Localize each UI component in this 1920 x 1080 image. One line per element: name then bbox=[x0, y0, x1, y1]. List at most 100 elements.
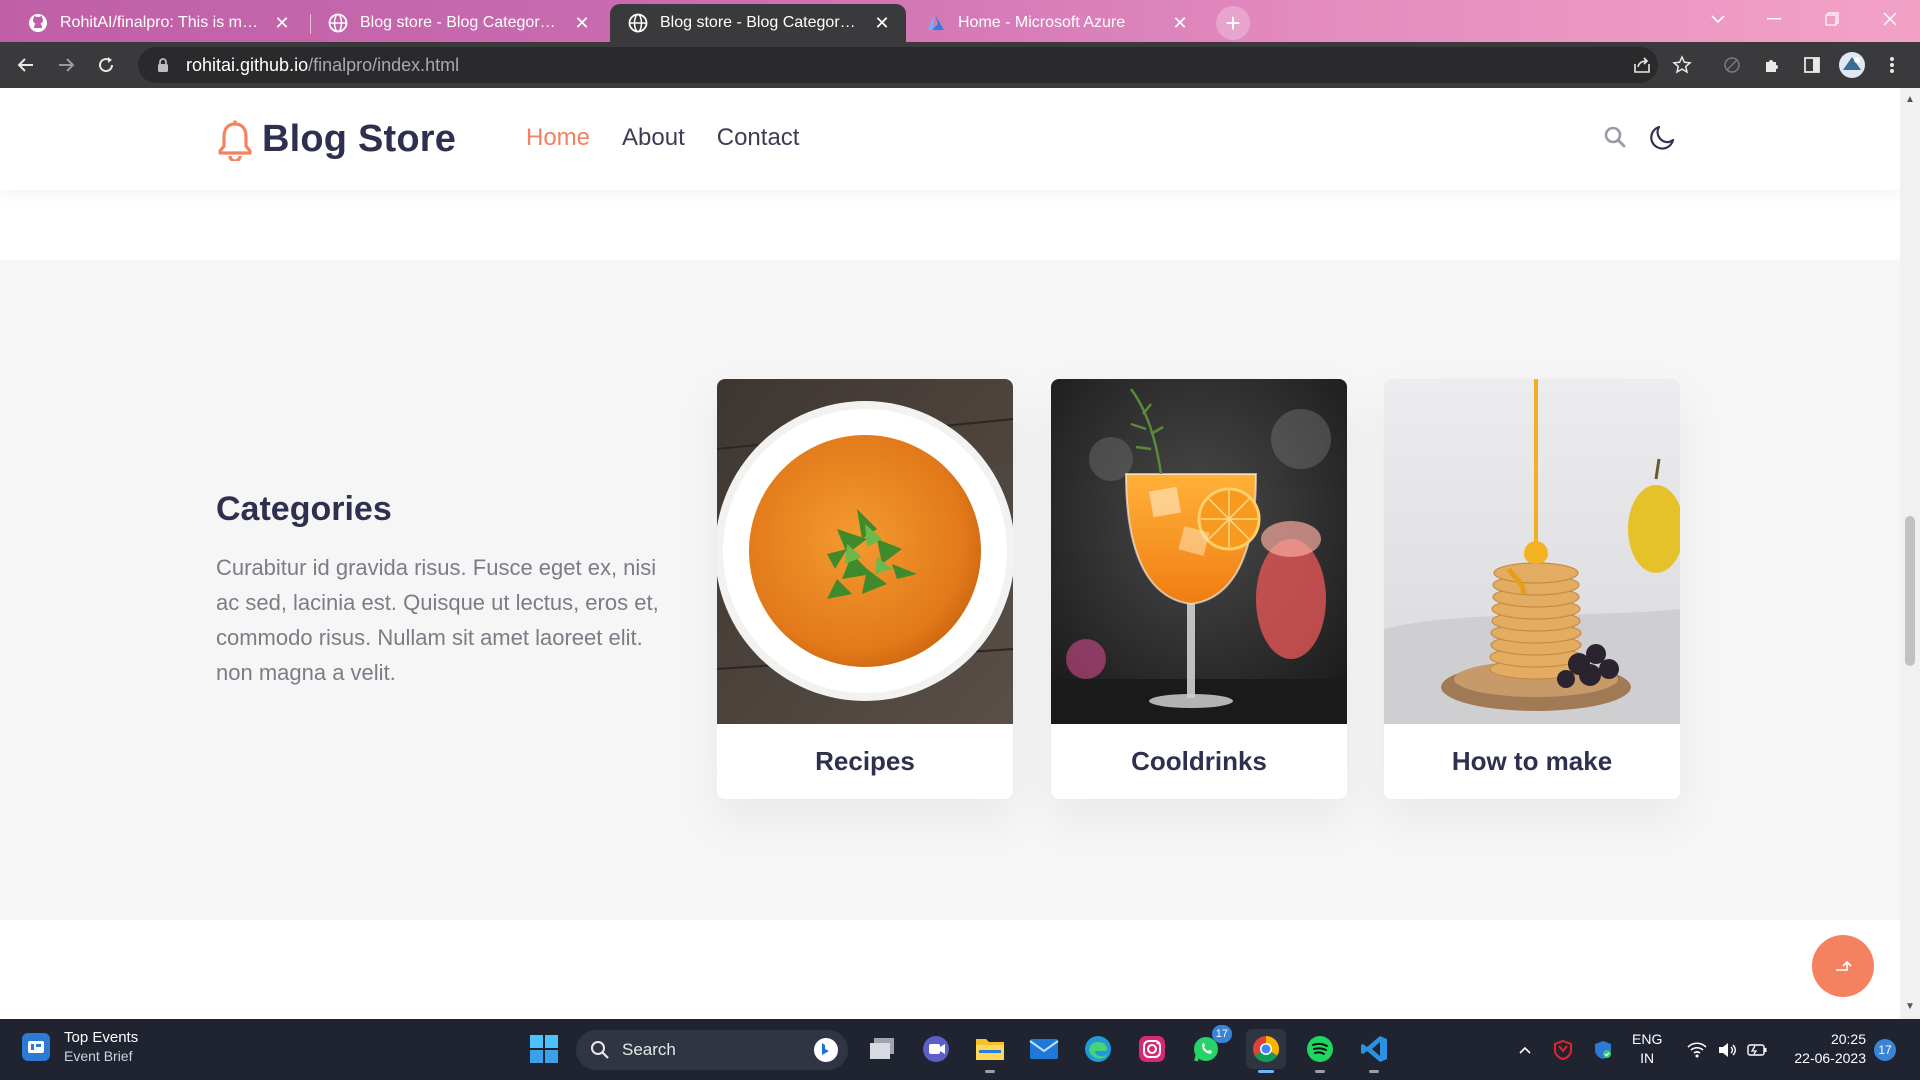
search-icon bbox=[1604, 126, 1626, 148]
bookmark-button[interactable] bbox=[1666, 49, 1698, 81]
soup-bowl-image bbox=[717, 379, 1013, 724]
restore-icon bbox=[1825, 12, 1839, 26]
tray-mcafee[interactable] bbox=[1548, 1019, 1578, 1080]
back-to-top-button[interactable] bbox=[1812, 935, 1874, 997]
show-hidden-icons-button[interactable] bbox=[1510, 1019, 1540, 1080]
tray-wifi[interactable] bbox=[1684, 1019, 1710, 1080]
tab-search-button[interactable] bbox=[1690, 0, 1746, 38]
section-description: Curabitur id gravida risus. Fusce eget e… bbox=[216, 555, 659, 685]
taskbar-vscode[interactable] bbox=[1354, 1029, 1394, 1073]
globe-icon bbox=[628, 13, 648, 33]
notification-center-badge[interactable]: 17 bbox=[1874, 1039, 1896, 1061]
reload-button[interactable] bbox=[90, 49, 122, 81]
category-card-recipes[interactable]: Recipes bbox=[717, 379, 1013, 799]
tray-battery[interactable] bbox=[1744, 1019, 1770, 1080]
scrollbar-thumb[interactable] bbox=[1905, 516, 1915, 666]
category-card-how-to-make[interactable]: How to make bbox=[1384, 379, 1680, 799]
side-panel-button[interactable] bbox=[1796, 49, 1828, 81]
taskbar-spotify[interactable] bbox=[1300, 1029, 1340, 1073]
site-header: Blog Store Home About Contact bbox=[0, 88, 1900, 190]
page-scrollbar[interactable]: ▲ ▼ bbox=[1900, 88, 1920, 1019]
chrome-icon bbox=[1253, 1035, 1280, 1063]
category-label[interactable]: Cooldrinks bbox=[1051, 724, 1347, 799]
clock-time: 20:25 bbox=[1830, 1031, 1866, 1047]
main-nav: Home About Contact bbox=[526, 124, 831, 152]
chat-camera-icon bbox=[923, 1036, 949, 1062]
browser-tab-blog-store-active[interactable]: Blog store - Blog Category Boots ✕ bbox=[610, 4, 906, 42]
taskbar-search[interactable]: Search bbox=[576, 1030, 848, 1070]
url-host: rohitai.github.io bbox=[186, 54, 309, 75]
extensions-button[interactable] bbox=[1756, 49, 1788, 81]
input-language[interactable]: ENG IN bbox=[1632, 1030, 1662, 1068]
security-shield-icon bbox=[1595, 1040, 1611, 1059]
widgets-button[interactable]: Top Events Event Brief bbox=[22, 1029, 138, 1064]
close-icon[interactable]: ✕ bbox=[272, 13, 292, 33]
scroll-down-icon[interactable]: ▼ bbox=[1904, 1001, 1916, 1013]
chevron-up-icon bbox=[1519, 1046, 1531, 1054]
categories-section: Categories Curabitur id gravida risus. F… bbox=[0, 260, 1900, 920]
folder-icon bbox=[976, 1039, 1004, 1060]
tray-volume[interactable] bbox=[1714, 1019, 1740, 1080]
tab-title: Blog store - Blog Category Boots bbox=[360, 14, 562, 31]
bell-icon bbox=[218, 120, 252, 161]
extension-disabled-button[interactable] bbox=[1716, 49, 1748, 81]
taskbar-teams-chat[interactable] bbox=[916, 1029, 956, 1069]
search-placeholder: Search bbox=[622, 1040, 676, 1059]
moon-icon bbox=[1650, 125, 1675, 150]
category-label[interactable]: How to make bbox=[1384, 724, 1680, 799]
back-button[interactable] bbox=[10, 49, 42, 81]
chevron-down-icon bbox=[1711, 15, 1725, 24]
nav-item-about[interactable]: About bbox=[622, 124, 685, 152]
edge-icon bbox=[1085, 1036, 1111, 1062]
taskbar-file-explorer[interactable] bbox=[970, 1029, 1010, 1073]
browser-menu-button[interactable] bbox=[1876, 49, 1908, 81]
new-tab-button[interactable]: + bbox=[1216, 6, 1250, 40]
arrow-right-icon bbox=[59, 58, 75, 72]
scroll-up-icon[interactable]: ▲ bbox=[1904, 94, 1916, 106]
nav-item-contact[interactable]: Contact bbox=[717, 124, 800, 152]
pancake-stack-image bbox=[1384, 379, 1680, 724]
restore-button[interactable] bbox=[1804, 0, 1860, 38]
brand-logo[interactable]: Blog Store bbox=[216, 118, 456, 161]
tray-security[interactable] bbox=[1588, 1019, 1618, 1080]
browser-tab-blog-store[interactable]: Blog store - Blog Category Boots ✕ bbox=[310, 4, 606, 42]
search-icon bbox=[591, 1041, 609, 1059]
taskbar-edge[interactable] bbox=[1078, 1029, 1118, 1069]
bing-icon[interactable] bbox=[814, 1038, 838, 1062]
close-window-button[interactable] bbox=[1862, 0, 1918, 38]
category-label[interactable]: Recipes bbox=[717, 724, 1013, 799]
close-icon bbox=[1883, 12, 1897, 26]
star-icon bbox=[1672, 55, 1692, 74]
lock-icon[interactable] bbox=[154, 56, 172, 74]
close-icon[interactable]: ✕ bbox=[572, 13, 592, 33]
mail-icon bbox=[1029, 1039, 1059, 1059]
blocked-extension-icon bbox=[1724, 57, 1740, 73]
taskbar-clock[interactable]: 20:25 22-06-2023 bbox=[1786, 1030, 1866, 1068]
reload-icon bbox=[99, 57, 114, 73]
region-code: IN bbox=[1640, 1050, 1655, 1066]
url-path: /finalpro/index.html bbox=[308, 54, 460, 75]
address-bar[interactable]: rohitai.github.io/finalpro/index.html bbox=[138, 47, 1658, 83]
share-button[interactable] bbox=[1626, 49, 1658, 81]
next-section-heading-partial bbox=[216, 1006, 486, 1019]
tab-title: Blog store - Blog Category Boots bbox=[660, 14, 862, 31]
taskbar-mail[interactable] bbox=[1024, 1029, 1064, 1069]
taskbar-instagram[interactable] bbox=[1132, 1029, 1172, 1069]
browser-tab-github[interactable]: RohitAI/finalpro: This is my final p ✕ bbox=[10, 4, 306, 42]
close-icon[interactable]: ✕ bbox=[1170, 13, 1190, 33]
tab-title: Home - Microsoft Azure bbox=[958, 14, 1126, 31]
search-button[interactable] bbox=[1600, 122, 1630, 152]
nav-item-home[interactable]: Home bbox=[526, 124, 590, 152]
dark-mode-toggle[interactable] bbox=[1648, 122, 1678, 152]
taskbar-task-view[interactable] bbox=[862, 1029, 902, 1069]
start-button[interactable] bbox=[524, 1029, 564, 1069]
browser-tab-azure[interactable]: Home - Microsoft Azure ✕ bbox=[908, 4, 1204, 42]
forward-button[interactable] bbox=[50, 49, 82, 81]
profile-avatar[interactable] bbox=[1836, 49, 1868, 81]
kebab-menu-icon bbox=[1890, 57, 1894, 73]
minimize-button[interactable] bbox=[1746, 0, 1802, 38]
category-card-cooldrinks[interactable]: Cooldrinks bbox=[1051, 379, 1347, 799]
taskbar-chrome[interactable] bbox=[1246, 1029, 1286, 1073]
taskbar-whatsapp[interactable]: 17 bbox=[1186, 1025, 1232, 1069]
close-icon[interactable]: ✕ bbox=[872, 13, 892, 33]
